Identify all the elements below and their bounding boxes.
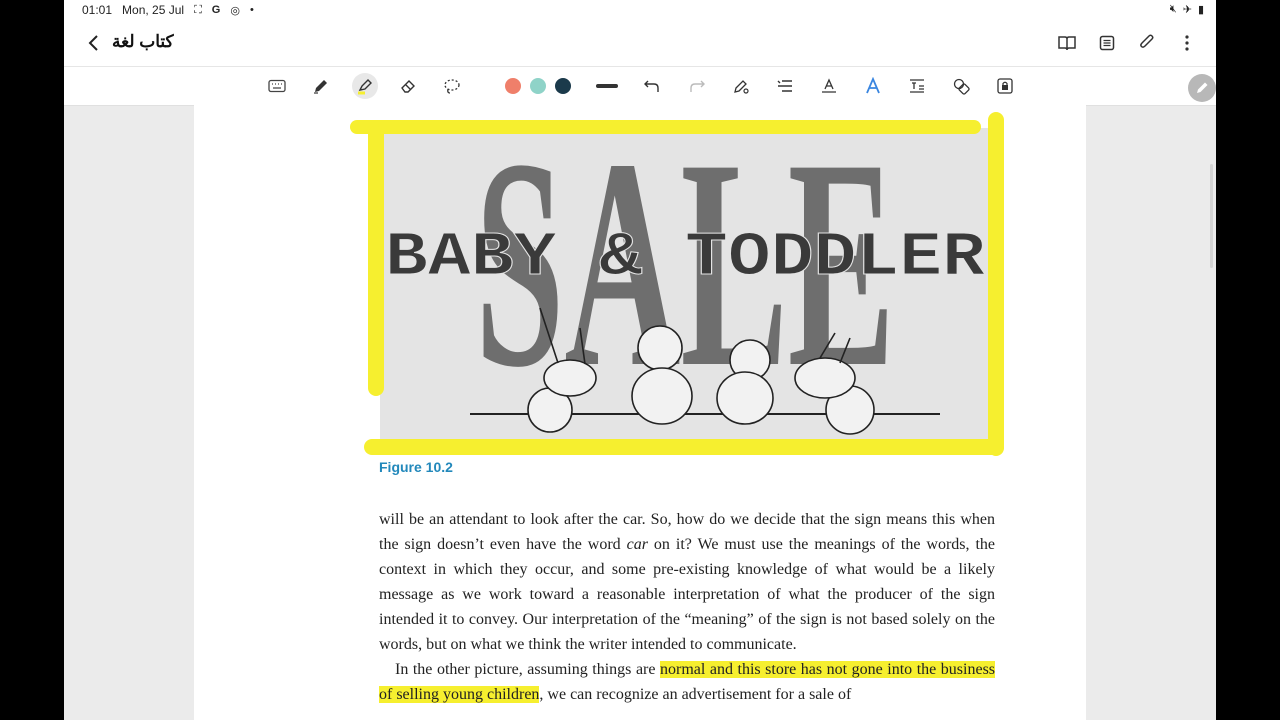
chevron-left-icon [88,35,98,51]
shapes-icon [953,78,970,95]
edit-button[interactable] [1188,74,1216,102]
font-icon [866,77,880,94]
page-list-icon [1099,35,1115,51]
sign-baby-toddler-text: BABY & TODDLER [385,222,986,293]
text-box-icon [910,79,924,93]
status-bar: 01:01 Mon, 25 Jul ⛶ G ◎ • 🔇︎ ✈ ▮ [64,0,1216,22]
book-view-icon [1058,36,1076,51]
italic-word: car [626,536,648,553]
highlight-stroke [368,126,384,396]
dot-icon: • [249,4,254,16]
paragraph-2-rest: , we can recognize an advertisement for … [539,686,852,703]
google-icon: G [211,4,221,16]
back-button[interactable] [82,32,104,54]
lock-tool[interactable] [992,73,1018,99]
page-list-button[interactable] [1096,32,1118,54]
app-screen: 01:01 Mon, 25 Jul ⛶ G ◎ • 🔇︎ ✈ ▮ كتاب لغ… [64,0,1216,720]
document-title: كتاب لغة [112,32,174,51]
color-swatch [530,78,546,94]
text-align-icon [777,80,792,92]
figure-image: SALE BABY & TODDLER [380,104,990,444]
figure-caption: Figure 10.2 [379,459,453,475]
font-tool[interactable] [860,73,886,99]
lasso-tool[interactable] [439,73,465,99]
title-bar: كتاب لغة [64,22,1216,66]
more-icon [1185,35,1189,51]
attach-icon [1140,34,1154,48]
highlighter-tool[interactable] [352,73,378,99]
line-width-tool[interactable] [594,73,620,99]
paragraph-1: will be an attendant to look after the c… [379,507,995,657]
scrollbar[interactable] [1210,164,1213,268]
eraser-icon [401,80,415,93]
paragraph-2: In the other picture, assuming things ar… [379,657,996,707]
status-time: 01:01 [82,3,113,17]
color-swatch [555,78,571,94]
highlight-stroke [350,120,981,134]
color-swatch [505,78,521,94]
body-text: will be an attendant to look after the c… [379,507,996,707]
pen-settings-icon [734,80,749,94]
keyboard-icon [268,79,286,93]
battery-icon: ▮ [1197,4,1204,16]
pen-settings-tool[interactable] [728,73,754,99]
attach-button[interactable] [1136,32,1158,54]
color-swatch-3[interactable] [550,73,576,99]
eraser-tool[interactable] [395,73,421,99]
drawing-toolbar [64,66,1216,106]
screenshot-icon: ⛶ [194,3,202,16]
keyboard-tool[interactable] [264,73,290,99]
line-width-icon [596,84,618,88]
mute-icon: 🔇︎ [1169,3,1177,15]
highlight-stroke [364,439,1004,455]
text-align-tool[interactable] [772,73,798,99]
redo-icon [690,80,705,92]
pen-tool[interactable] [308,73,334,99]
paragraph-2-text: In the other picture, assuming things ar… [395,661,656,678]
status-date: Mon, 25 Jul [122,3,185,17]
color-swatch-2[interactable] [525,73,551,99]
text-box-tool[interactable] [904,73,930,99]
shapes-tool[interactable] [948,73,974,99]
instagram-icon: ◎ [230,4,240,17]
pencil-icon [1197,82,1208,93]
lasso-icon [444,79,460,94]
document-page[interactable]: SALE BABY & TODDLER Figure 10.2 will be … [194,104,1086,720]
highlight-stroke [988,112,1004,456]
undo-icon [644,80,659,92]
book-view-button[interactable] [1056,32,1078,54]
highlighter-icon [358,79,372,95]
more-options-button[interactable] [1176,32,1198,54]
text-style-tool[interactable] [816,73,842,99]
lock-icon [997,78,1013,94]
airplane-icon: ✈ [1182,4,1192,16]
text-style-icon [822,78,836,93]
undo-button[interactable] [639,73,665,99]
pen-icon [314,80,327,94]
color-swatch-1[interactable] [500,73,526,99]
redo-button[interactable] [684,73,710,99]
paragraph-1-rest: on it? We must use the meanings of the w… [379,536,996,653]
